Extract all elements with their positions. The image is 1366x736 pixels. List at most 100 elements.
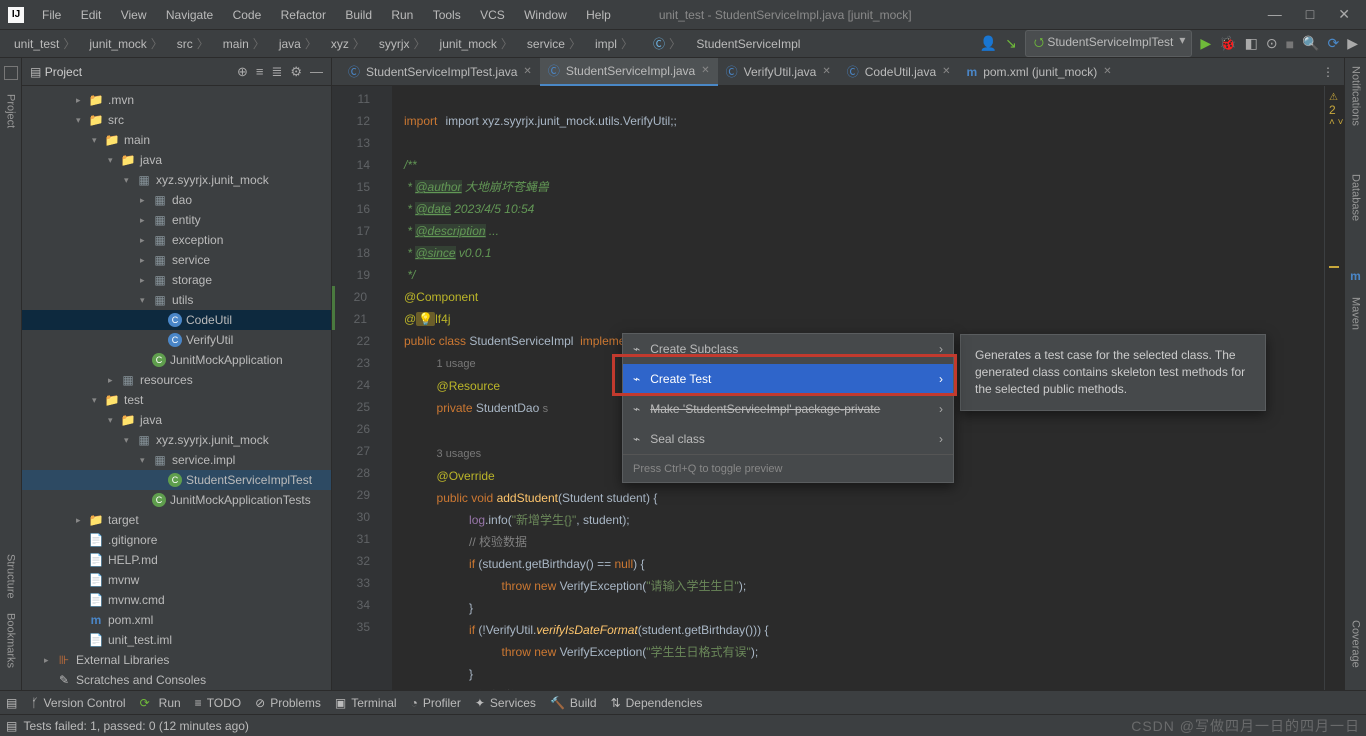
crumb[interactable]: junit_mock <box>434 35 519 52</box>
crumb[interactable]: Ⓒ StudentServiceImpl <box>641 35 820 52</box>
tree-item[interactable]: ▸▦resources <box>22 370 331 390</box>
menu-create-test[interactable]: ⌁Create Test› <box>623 364 953 394</box>
tree-item[interactable]: ▾📁java <box>22 150 331 170</box>
gutter[interactable]: 1112131415161718192021222324252627282930… <box>332 86 376 690</box>
run-config-selector[interactable]: ⭯ StudentServiceImplTest <box>1025 30 1193 57</box>
build-hammer-icon[interactable]: ↘ <box>1005 35 1017 52</box>
hide-icon[interactable]: — <box>310 64 323 79</box>
tool-window-icon[interactable]: ▤ <box>6 696 17 710</box>
editor-tab[interactable]: ⒸStudentServiceImpl.java✕ <box>540 58 718 86</box>
rail-project[interactable]: Project <box>5 94 17 128</box>
expand-all-icon[interactable]: ≡ <box>256 64 264 79</box>
tree-item[interactable]: ▾▦xyz.syyrjx.junit_mock <box>22 170 331 190</box>
overview-ruler[interactable]: ⚠ 2 ˄ ˅ <box>1324 86 1344 690</box>
bt-version-control[interactable]: ᚶ Version Control <box>31 696 125 710</box>
rail-coverage[interactable]: Coverage <box>1350 620 1362 668</box>
crumb[interactable]: main <box>217 35 271 52</box>
tree-item[interactable]: ✎Scratches and Consoles <box>22 670 331 690</box>
tree-item[interactable]: 📄mvnw.cmd <box>22 590 331 610</box>
profile-button[interactable]: ⊙ <box>1266 35 1278 52</box>
tree-item[interactable]: ▾▦utils <box>22 290 331 310</box>
tree-item[interactable]: ▸📁.mvn <box>22 90 331 110</box>
tree-item[interactable]: CVerifyUtil <box>22 330 331 350</box>
bt-dependencies[interactable]: ⇅ Dependencies <box>611 696 703 710</box>
tree-item[interactable]: ▸⊪External Libraries <box>22 650 331 670</box>
tree-item[interactable]: CJunitMockApplication <box>22 350 331 370</box>
close-tab-icon[interactable]: ✕ <box>942 66 950 77</box>
rail-structure[interactable]: Structure <box>5 554 17 599</box>
run-button[interactable]: ▶ <box>1200 35 1211 52</box>
bt-build[interactable]: 🔨 Build <box>550 696 597 710</box>
tree-item[interactable]: ▾▦service.impl <box>22 450 331 470</box>
menu-vcs[interactable]: VCS <box>480 8 505 22</box>
tree-item[interactable]: ▸📁target <box>22 510 331 530</box>
tree-item[interactable]: ▸▦service <box>22 250 331 270</box>
bt-terminal[interactable]: ▣ Terminal <box>335 696 397 710</box>
coverage-button[interactable]: ◧ <box>1245 35 1258 52</box>
bt-profiler[interactable]: ◔ Profiler <box>411 696 461 710</box>
maximize-button[interactable]: □ <box>1306 6 1314 23</box>
close-tab-icon[interactable]: ✕ <box>1103 66 1111 77</box>
tree-item[interactable]: 📄unit_test.iml <box>22 630 331 650</box>
rail-database[interactable]: Database <box>1350 174 1362 221</box>
bt-services[interactable]: ✦ Services <box>475 696 536 710</box>
crumb[interactable]: xyz <box>325 35 371 52</box>
menu-window[interactable]: Window <box>524 8 567 22</box>
tree-item[interactable]: CStudentServiceImplTest <box>22 470 331 490</box>
menu-edit[interactable]: Edit <box>81 8 102 22</box>
bt-todo[interactable]: ≡ TODO <box>195 696 241 710</box>
ide-actions-icon[interactable]: ▶ <box>1347 35 1358 52</box>
editor-tab[interactable]: mpom.xml (junit_mock)✕ <box>959 58 1120 86</box>
menu-build[interactable]: Build <box>345 8 372 22</box>
collapse-all-icon[interactable]: ≣ <box>271 64 282 80</box>
rail-bookmarks[interactable]: Bookmarks <box>5 613 17 668</box>
menu-seal-class[interactable]: ⌁Seal class› <box>623 424 953 454</box>
editor-tab[interactable]: ⒸStudentServiceImplTest.java✕ <box>340 58 540 86</box>
tree-item[interactable]: ▾▦xyz.syyrjx.junit_mock <box>22 430 331 450</box>
crumb[interactable]: java <box>273 35 323 52</box>
crumb[interactable]: junit_mock <box>83 35 168 52</box>
crumb[interactable]: service <box>521 35 587 52</box>
tree-item[interactable]: ▾📁java <box>22 410 331 430</box>
crumb[interactable]: impl <box>589 35 639 52</box>
tree-item[interactable]: ▸▦storage <box>22 270 331 290</box>
menu-create-subclass[interactable]: ⌁Create Subclass› <box>623 334 953 364</box>
editor-tab[interactable]: ⒸCodeUtil.java✕ <box>839 58 959 86</box>
tree-item[interactable]: ▸▦exception <box>22 230 331 250</box>
search-icon[interactable]: 🔍 <box>1302 35 1319 52</box>
stop-button[interactable]: ■ <box>1286 36 1294 52</box>
user-icon[interactable]: 👤 <box>980 35 997 52</box>
editor-tab[interactable]: ⒸVerifyUtil.java✕ <box>718 58 839 86</box>
tree-item[interactable]: ▾📁test <box>22 390 331 410</box>
crumb[interactable]: src <box>171 35 215 52</box>
tree-item[interactable]: ▾📁main <box>22 130 331 150</box>
menu-help[interactable]: Help <box>586 8 611 22</box>
close-tab-icon[interactable]: ✕ <box>523 66 531 77</box>
update-icon[interactable]: ⟳ <box>1327 35 1339 52</box>
close-button[interactable]: ✕ <box>1338 6 1350 23</box>
rail-maven[interactable]: Maven <box>1350 297 1362 330</box>
warnings-indicator[interactable]: ⚠ 2 ˄ ˅ <box>1329 92 1344 128</box>
menu-file[interactable]: File <box>42 8 61 22</box>
tree-item[interactable]: CCodeUtil <box>22 310 331 330</box>
close-tab-icon[interactable]: ✕ <box>701 65 709 76</box>
minimize-button[interactable]: — <box>1268 6 1282 23</box>
menu-refactor[interactable]: Refactor <box>281 8 326 22</box>
menu-navigate[interactable]: Navigate <box>166 8 213 22</box>
close-tab-icon[interactable]: ✕ <box>822 66 830 77</box>
menu-make-package-private[interactable]: ⌁Make 'StudentServiceImpl' package-priva… <box>623 394 953 424</box>
tree-item[interactable]: ▸▦dao <box>22 190 331 210</box>
tabs-more-icon[interactable]: ⋮ <box>1322 65 1334 79</box>
gutter-icons[interactable] <box>376 86 392 690</box>
menu-code[interactable]: Code <box>233 8 262 22</box>
rail-notifications[interactable]: Notifications <box>1350 66 1362 126</box>
menu-tools[interactable]: Tools <box>433 8 461 22</box>
select-opened-icon[interactable]: ⊕ <box>237 64 248 80</box>
tree-item[interactable]: 📄mvnw <box>22 570 331 590</box>
project-tool-icon[interactable] <box>4 66 18 80</box>
tree-item[interactable]: ▾📁src <box>22 110 331 130</box>
bt-run[interactable]: Run <box>140 696 181 710</box>
settings-icon[interactable]: ⚙ <box>290 64 302 80</box>
debug-button[interactable]: 🐞 <box>1219 35 1236 52</box>
crumb[interactable]: unit_test <box>8 35 81 52</box>
